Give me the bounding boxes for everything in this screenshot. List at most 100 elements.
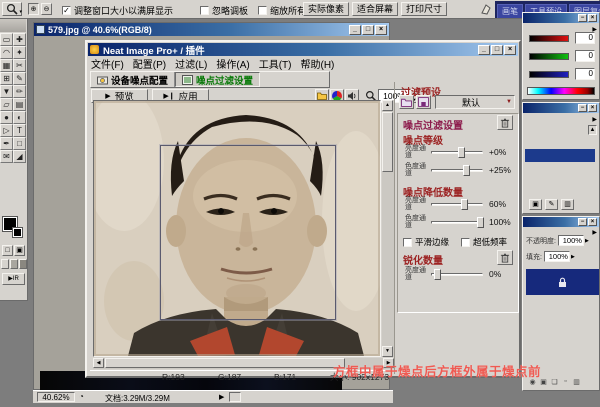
- ignore-palettes-checkbox[interactable]: 忽略调板: [200, 4, 248, 17]
- new-state-icon[interactable]: ✎: [545, 199, 558, 210]
- eyedropper-tool-icon[interactable]: ◢: [13, 150, 26, 163]
- slice-tool-icon[interactable]: ✂: [13, 59, 26, 72]
- history-selected-row[interactable]: [525, 149, 595, 162]
- slider-handle[interactable]: [458, 147, 465, 158]
- jump-to-imageready-button[interactable]: ▶IR: [2, 273, 25, 285]
- color-palette-titlebar[interactable]: − ×: [523, 13, 599, 23]
- print-size-button[interactable]: 打印尺寸: [401, 2, 447, 16]
- opacity-arrow-icon[interactable]: ▶: [585, 238, 589, 244]
- type-tool-icon[interactable]: T: [13, 124, 26, 137]
- background-color-swatch[interactable]: [13, 228, 22, 237]
- plugin-close-button[interactable]: ×: [504, 45, 516, 55]
- menu-help[interactable]: 帮助(H): [300, 56, 334, 71]
- screen-mode-standard-button[interactable]: [1, 259, 9, 269]
- scroll-up-icon[interactable]: ▲: [588, 125, 597, 135]
- opacity-field[interactable]: 100%: [558, 235, 584, 246]
- plugin-minimize-button[interactable]: _: [478, 45, 490, 55]
- gradient-tool-icon[interactable]: ▤: [13, 98, 26, 111]
- shape-tool-icon[interactable]: □: [13, 137, 26, 150]
- menu-tools[interactable]: 工具(T): [259, 56, 292, 71]
- luma-level-slider[interactable]: [431, 146, 483, 159]
- color-ramp[interactable]: [527, 87, 595, 95]
- menu-profile[interactable]: 配置(P): [133, 56, 166, 71]
- reset-sharpen-button[interactable]: [497, 250, 513, 265]
- fit-screen-button[interactable]: 适合屏幕: [352, 2, 398, 16]
- screen-mode-full-menubar-button[interactable]: [10, 259, 18, 269]
- preview-area[interactable]: [93, 100, 381, 357]
- history-palette-titlebar[interactable]: − ×: [523, 103, 599, 113]
- layers-palette-titlebar[interactable]: − ×: [523, 217, 599, 227]
- palette-collapse-button[interactable]: −: [578, 14, 587, 22]
- fill-field[interactable]: 100%: [544, 251, 570, 262]
- scroll-left-icon[interactable]: ◀: [93, 358, 104, 368]
- zoom-tool-button[interactable]: ▾: [2, 2, 22, 16]
- history-brush-tool-icon[interactable]: ✏: [13, 85, 26, 98]
- status-menu-arrow-icon[interactable]: ▶: [219, 393, 224, 401]
- dock-tab-brushes[interactable]: 画笔: [497, 4, 523, 18]
- tab-device-profile[interactable]: 设备噪点配置: [91, 72, 175, 87]
- palette-menu-icon[interactable]: ▶: [592, 229, 597, 236]
- plugin-restore-button[interactable]: □: [491, 45, 503, 55]
- fill-arrow-icon[interactable]: ▶: [571, 254, 575, 260]
- resize-window-checkbox[interactable]: ✓ 调整窗口大小以满屏显示: [62, 4, 173, 17]
- vscroll-thumb[interactable]: [382, 112, 393, 172]
- slider-handle[interactable]: [461, 199, 468, 210]
- sharpen-slider[interactable]: [431, 268, 483, 281]
- palette-close-button[interactable]: ×: [588, 218, 597, 226]
- palette-collapse-button[interactable]: −: [578, 218, 587, 226]
- crop-tool-icon[interactable]: ▦: [0, 59, 13, 72]
- document-minimize-button[interactable]: _: [349, 25, 361, 35]
- red-value-field[interactable]: 0: [575, 32, 595, 44]
- save-preset-button[interactable]: [416, 95, 431, 109]
- blur-tool-icon[interactable]: ●: [0, 111, 13, 124]
- plugin-titlebar[interactable]: Neat Image Pro+ / 插件 _ □ ×: [88, 43, 518, 56]
- quickmask-mode-button[interactable]: ▣: [14, 245, 25, 256]
- menu-filter[interactable]: 过滤(L): [175, 56, 207, 71]
- hscroll-thumb[interactable]: [105, 358, 345, 368]
- reset-settings-button[interactable]: [497, 115, 513, 130]
- document-restore-button[interactable]: □: [362, 25, 374, 35]
- smooth-edges-checkbox[interactable]: 平滑边缘: [403, 236, 449, 248]
- magic-wand-tool-icon[interactable]: ✦: [13, 46, 26, 59]
- actual-pixels-button[interactable]: 实际像素: [303, 2, 349, 16]
- tab-filter-settings[interactable]: 噪点过滤设置: [175, 72, 260, 87]
- toolbox-header[interactable]: [0, 19, 26, 32]
- move-tool-icon[interactable]: ✚: [13, 33, 26, 46]
- document-titlebar[interactable]: 579.jpg @ 40.6%(RGB/8) _ □ ×: [34, 23, 389, 36]
- trash-icon[interactable]: ▥: [561, 199, 574, 210]
- luma-reduction-slider[interactable]: [431, 198, 483, 211]
- rect-marquee-tool-icon[interactable]: ▭: [0, 33, 13, 46]
- background-layer-row[interactable]: [526, 269, 599, 295]
- clone-stamp-tool-icon[interactable]: ▼: [0, 85, 13, 98]
- menu-file[interactable]: 文件(F): [91, 56, 124, 71]
- low-freq-checkbox[interactable]: 超低频率: [461, 236, 507, 248]
- green-value-field[interactable]: 0: [575, 50, 595, 62]
- path-select-tool-icon[interactable]: ▷: [0, 124, 13, 137]
- chroma-reduction-slider[interactable]: [431, 216, 483, 229]
- slider-handle[interactable]: [434, 269, 441, 280]
- preview-vscrollbar[interactable]: ▲ ▼: [382, 100, 394, 357]
- slider-handle[interactable]: [477, 217, 484, 228]
- healing-brush-tool-icon[interactable]: ⊞: [0, 72, 13, 85]
- palette-collapse-button[interactable]: −: [578, 104, 587, 112]
- dodge-tool-icon[interactable]: ◐: [13, 111, 26, 124]
- load-preset-button[interactable]: [399, 95, 414, 109]
- pen-tool-icon[interactable]: ✒: [0, 137, 13, 150]
- noise-preview-selection-box[interactable]: [160, 145, 336, 320]
- zoom-percent-field[interactable]: 40.62%: [37, 392, 75, 402]
- palette-close-button[interactable]: ×: [588, 104, 597, 112]
- palette-menu-icon[interactable]: ▶: [592, 116, 597, 123]
- green-slider[interactable]: [529, 53, 569, 60]
- zoom-out-icon[interactable]: ⊖: [41, 3, 52, 15]
- new-snapshot-icon[interactable]: ▣: [529, 199, 542, 210]
- palette-close-button[interactable]: ×: [588, 14, 597, 22]
- slider-handle[interactable]: [463, 165, 470, 176]
- red-slider[interactable]: [529, 35, 569, 42]
- scroll-down-icon[interactable]: ▼: [382, 346, 393, 357]
- standard-mode-button[interactable]: □: [2, 245, 13, 256]
- blue-slider[interactable]: [529, 71, 569, 78]
- brush-tool-icon[interactable]: ✎: [13, 72, 26, 85]
- zoom-in-icon[interactable]: ⊕: [28, 3, 39, 15]
- notes-tool-icon[interactable]: ✉: [0, 150, 13, 163]
- menu-actions[interactable]: 操作(A): [216, 56, 249, 71]
